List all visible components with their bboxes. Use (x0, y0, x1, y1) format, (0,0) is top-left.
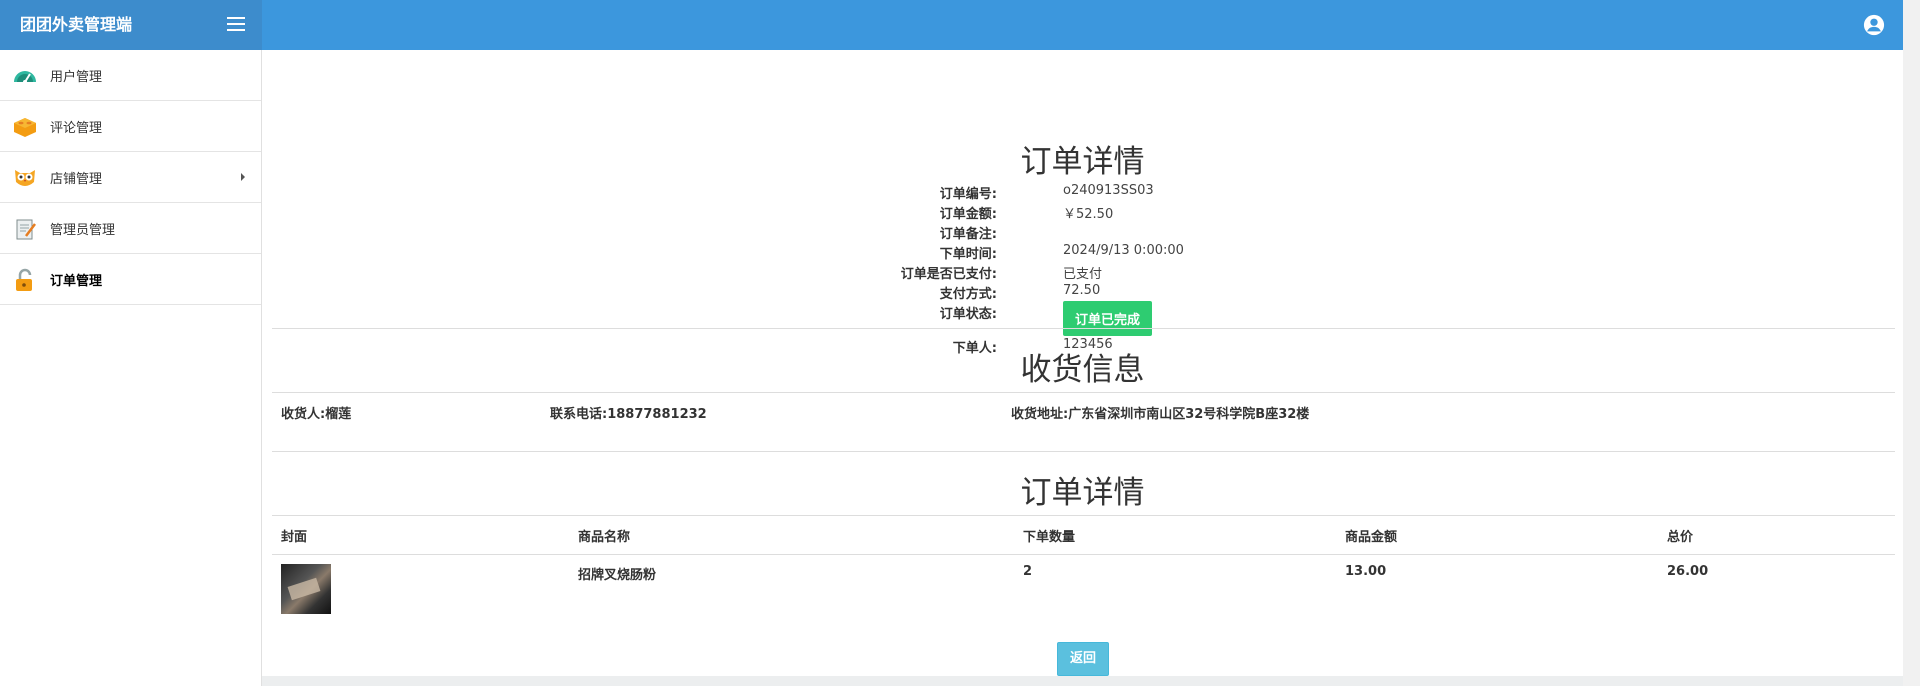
divider (272, 451, 1895, 452)
divider (272, 328, 1895, 329)
order-detail-title: 订单详情 (1020, 144, 1145, 179)
hamburger-menu-icon[interactable] (227, 17, 245, 31)
product-total: 26.00 (1667, 564, 1709, 579)
sidebar-item-label: 订单管理 (50, 273, 103, 289)
unlocked-padlock-icon (16, 268, 32, 291)
sidebar-item-label: 评论管理 (50, 120, 103, 136)
table-row: 招牌叉烧肠粉 2 13.00 26.00 (272, 555, 1895, 617)
field-remark: 订单备注: (939, 227, 997, 242)
field-amount: 订单金额: ￥52.50 (939, 207, 1114, 222)
field-order-no: 订单编号: o240913SS03 (939, 183, 1154, 202)
column-header: 封面 (272, 515, 569, 555)
column-header: 商品金额 (1336, 515, 1658, 555)
receiver-info: 收货人:榴莲 联系电话:18877881232 收货地址:广东省深圳市南山区32… (272, 403, 1895, 427)
app-title: 团团外卖管理端 (0, 0, 262, 50)
top-header: 团团外卖管理端 (0, 0, 1903, 50)
sidebar-item-admins[interactable]: 管理员管理 (0, 203, 261, 254)
product-price: 13.00 (1345, 564, 1387, 579)
status-badge[interactable]: 订单已完成 (1063, 301, 1153, 336)
table-header-row: 封面 商品名称 下单数量 商品金额 总价 (272, 515, 1895, 555)
sidebar-item-users[interactable]: 用户管理 (0, 50, 261, 101)
sidebar-item-stores[interactable]: 店铺管理 (0, 152, 261, 203)
sidebar: 用户管理 评论管理 店铺管理 管理员管理 订单管理 (0, 50, 262, 686)
receiver-address: 收货地址:广东省深圳市南山区32号科学院B座32楼 (1011, 407, 1310, 422)
column-header: 商品名称 (569, 515, 1014, 555)
sidebar-item-label: 用户管理 (50, 69, 103, 85)
field-status: 订单状态: 订单已完成 (262, 301, 1903, 337)
column-header: 总价 (1658, 515, 1895, 555)
order-items-table: 封面 商品名称 下单数量 商品金额 总价 招牌叉烧肠粉 2 13.00 26.0… (272, 515, 1895, 617)
receiver-phone: 联系电话:18877881232 (550, 407, 707, 422)
field-pay-method: 支付方式: 72.50 (939, 283, 1101, 302)
cover-cell (272, 555, 569, 617)
column-header: 下单数量 (1014, 515, 1336, 555)
field-paid: 订单是否已支付: 已支付 (900, 267, 1103, 282)
divider (272, 392, 1895, 393)
product-cover-image (281, 564, 331, 614)
items-title: 订单详情 (1020, 475, 1145, 510)
submenu-caret-icon[interactable] (241, 173, 245, 181)
sidebar-item-label: 管理员管理 (50, 222, 116, 238)
order-fields: 订单编号: o240913SS03 订单金额: ￥52.50 订单备注: 下单时… (262, 183, 1903, 357)
main-content: 订单详情 订单编号: o240913SS03 订单金额: ￥52.50 订单备注… (262, 50, 1903, 676)
product-name: 招牌叉烧肠粉 (578, 568, 657, 583)
back-button[interactable]: 返回 (1057, 642, 1109, 676)
sidebar-item-orders[interactable]: 订单管理 (0, 254, 261, 305)
receiver-title: 收货信息 (1020, 352, 1145, 387)
field-time: 下单时间: 2024/9/13 0:00:00 (939, 243, 1184, 262)
bottom-strip (262, 676, 1903, 686)
sidebar-item-label: 店铺管理 (50, 171, 103, 187)
sidebar-item-comments[interactable]: 评论管理 (0, 101, 261, 152)
product-qty: 2 (1023, 564, 1033, 579)
owl-icon (15, 170, 35, 186)
dashboard-gauge-icon (14, 71, 36, 84)
receiver-name: 收货人:榴莲 (281, 407, 352, 422)
user-avatar-icon[interactable] (1863, 14, 1885, 36)
page-scrollbar[interactable] (1903, 0, 1920, 686)
notepad-icon (16, 219, 36, 240)
lego-block-icon (14, 118, 36, 137)
